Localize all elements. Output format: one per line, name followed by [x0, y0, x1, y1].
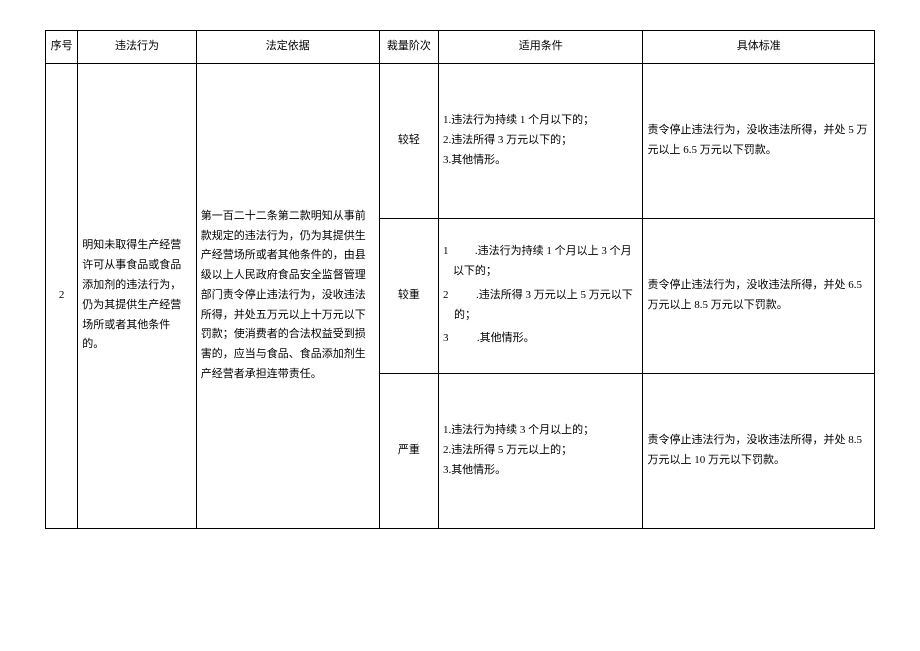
cell-level-heavy: 较重: [379, 218, 438, 373]
cell-standard-heavy: 责令停止违法行为，没收违法所得，并处 6.5 万元以上 8.5 万元以下罚款。: [643, 218, 875, 373]
condition-line: 1.违法行为持续 3 个月以上的；: [443, 421, 639, 441]
cell-level-severe: 严重: [379, 373, 438, 528]
header-condition: 适用条件: [438, 31, 643, 64]
condition-line: 2.违法所得 5 万元以上的；: [443, 441, 639, 461]
header-violation: 违法行为: [78, 31, 196, 64]
cell-condition-heavy: 1 .违法行为持续 1 个月以上 3 个月以下的； 2 .违法所得 3 万元以上…: [438, 218, 643, 373]
cell-level-light: 较轻: [379, 63, 438, 218]
penalty-table: 序号 违法行为 法定依据 裁量阶次 适用条件 具体标准 2 明知未取得生产经营许…: [45, 30, 875, 529]
cell-standard-light: 责令停止违法行为，没收违法所得，并处 5 万元以上 6.5 万元以下罚款。: [643, 63, 875, 218]
table-header-row: 序号 违法行为 法定依据 裁量阶次 适用条件 具体标准: [46, 31, 875, 64]
condition-line: 2.违法所得 3 万元以下的；: [443, 131, 639, 151]
cell-condition-light: 1.违法行为持续 1 个月以下的； 2.违法所得 3 万元以下的； 3.其他情形…: [438, 63, 643, 218]
condition-line: 3 .其他情形。: [443, 329, 639, 349]
condition-line: 2 .违法所得 3 万元以上 5 万元以下的；: [443, 286, 639, 326]
cell-standard-severe: 责令停止违法行为，没收违法所得，并处 8.5 万元以上 10 万元以下罚款。: [643, 373, 875, 528]
condition-line: 3.其他情形。: [443, 151, 639, 171]
cell-basis: 第一百二十二条第二款明知从事前款规定的违法行为，仍为其提供生产经营场所或者其他条…: [196, 63, 379, 528]
header-level: 裁量阶次: [379, 31, 438, 64]
condition-line: 1 .违法行为持续 1 个月以上 3 个月以下的；: [443, 242, 639, 282]
cell-condition-severe: 1.违法行为持续 3 个月以上的； 2.违法所得 5 万元以上的； 3.其他情形…: [438, 373, 643, 528]
cell-violation: 明知未取得生产经营许可从事食品或食品添加剂的违法行为，仍为其提供生产经营场所或者…: [78, 63, 196, 528]
header-standard: 具体标准: [643, 31, 875, 64]
header-seq: 序号: [46, 31, 78, 64]
table-row: 2 明知未取得生产经营许可从事食品或食品添加剂的违法行为，仍为其提供生产经营场所…: [46, 63, 875, 218]
condition-line: 3.其他情形。: [443, 461, 639, 481]
cell-seq: 2: [46, 63, 78, 528]
header-basis: 法定依据: [196, 31, 379, 64]
condition-line: 1.违法行为持续 1 个月以下的；: [443, 111, 639, 131]
